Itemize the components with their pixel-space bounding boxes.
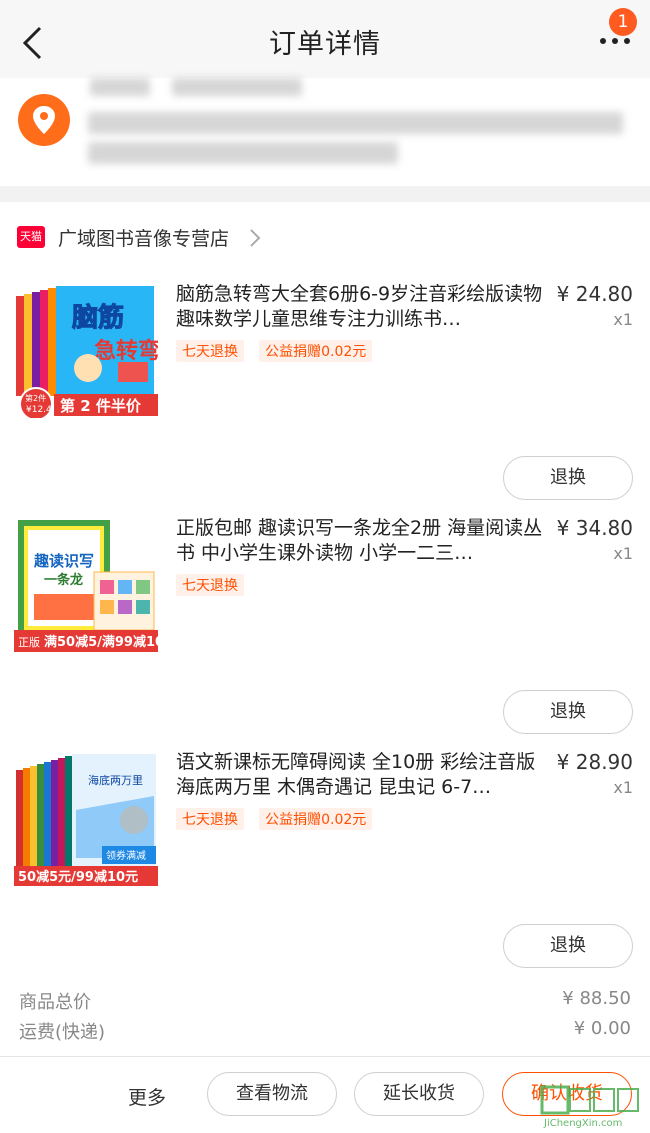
order-summary: 商品总价 ¥ 88.50 运费(快递) ¥ 0.00 [0, 984, 650, 1044]
product-quantity: x1 [613, 778, 633, 797]
product-title[interactable]: 正版包邮 趣读识写一条龙全2册 海量阅读丛书 中小学生课外读物 小学一二三… [176, 516, 546, 566]
product-title[interactable]: 语文新课标无障碍阅读 全10册 彩绘注音版 海底两万里 木偶奇遇记 昆虫记 6-… [176, 750, 546, 800]
product-price: ¥ 34.80 [556, 516, 633, 540]
more-icon[interactable] [598, 38, 632, 48]
watermark-logo: JiChengXin.com [540, 1085, 639, 1129]
page-title: 订单详情 [269, 29, 381, 60]
summary-row-shipping: 运费(快递) ¥ 0.00 [0, 1014, 650, 1044]
address-line2-blur [88, 142, 398, 164]
address-line1-blur [88, 112, 623, 134]
nav-bar: 订单详情 1 [0, 0, 650, 79]
summary-value: ¥ 0.00 [573, 1018, 631, 1039]
order-item[interactable]: 趣读识写 一条龙 正版 满50减5/满99减10 正版包邮 趣读识写一条龙全2册… [0, 516, 650, 750]
product-quantity: x1 [613, 544, 633, 563]
svg-text:第2件: 第2件 [25, 393, 46, 403]
product-price: ¥ 28.90 [556, 750, 633, 774]
watermark-text: JiChengXin.com [543, 1118, 622, 1129]
tag-seven-day-return: 七天退换 [176, 340, 244, 362]
service-tags: 七天退换 [176, 574, 254, 596]
product-quantity: x1 [613, 310, 633, 329]
product-title[interactable]: 脑筋急转弯大全套6册6-9岁注音彩绘版读物趣味数学儿童思维专注力训练书… [176, 282, 546, 332]
tmall-icon: 天猫 [17, 226, 45, 248]
refund-button[interactable]: 退换 [503, 456, 633, 500]
product-thumbnail[interactable]: 趣读识写 一条龙 正版 满50减5/满99减10 [14, 516, 158, 652]
thumb-promo: 满50减5/满99减10 [44, 634, 158, 650]
notification-badge: 1 [609, 8, 637, 36]
shop-name: 广域图书音像专营店 [58, 228, 230, 250]
svg-text:一条龙: 一条龙 [44, 572, 83, 588]
shop-header[interactable]: 天猫 广域图书音像专营店 [0, 220, 650, 256]
thumb-promo: 第 2 件半价 [60, 397, 142, 415]
tag-seven-day-return: 七天退换 [176, 574, 244, 596]
svg-text:趣读识写: 趣读识写 [33, 552, 94, 570]
summary-label: 运费(快递) [19, 1022, 106, 1043]
service-tags: 七天退换 公益捐赠0.02元 [176, 340, 382, 362]
section-divider [0, 186, 650, 202]
product-thumbnail[interactable]: 脑筋 急转弯 第 2 件半价 第2件 ¥12.4 [14, 282, 158, 418]
order-item[interactable]: 海底两万里 领券满减 50减5元/99减10元 语文新课标无障碍阅读 全10册 … [0, 750, 650, 984]
product-thumbnail[interactable]: 海底两万里 领券满减 50减5元/99减10元 [14, 750, 158, 886]
shipping-address[interactable] [0, 78, 650, 186]
summary-value: ¥ 88.50 [562, 988, 631, 1009]
location-pin-icon [18, 94, 70, 146]
product-price: ¥ 24.80 [556, 282, 633, 306]
view-logistics-button[interactable]: 查看物流 [207, 1072, 337, 1116]
more-actions-button[interactable]: 更多 [128, 1083, 166, 1110]
refund-button[interactable]: 退换 [503, 690, 633, 734]
address-name-blur [90, 78, 150, 96]
tag-charity: 公益捐赠0.02元 [259, 808, 373, 830]
svg-text:脑筋: 脑筋 [72, 302, 124, 333]
refund-button[interactable]: 退换 [503, 924, 633, 968]
svg-text:¥12.4: ¥12.4 [26, 405, 52, 415]
extend-receipt-button[interactable]: 延长收货 [354, 1072, 484, 1116]
summary-label: 商品总价 [19, 992, 91, 1013]
tag-seven-day-return: 七天退换 [176, 808, 244, 830]
thumb-promo: 50减5元/99减10元 [18, 869, 138, 885]
service-tags: 七天退换 公益捐赠0.02元 [176, 808, 382, 830]
summary-row-total: 商品总价 ¥ 88.50 [0, 984, 650, 1014]
chevron-right-icon [250, 229, 261, 247]
svg-text:急转弯: 急转弯 [94, 338, 158, 364]
svg-text:正版: 正版 [18, 635, 40, 649]
svg-text:领券满减: 领券满减 [106, 849, 146, 862]
svg-text:海底两万里: 海底两万里 [88, 773, 143, 787]
tag-charity: 公益捐赠0.02元 [259, 340, 373, 362]
order-item[interactable]: 脑筋 急转弯 第 2 件半价 第2件 ¥12.4 脑筋急转弯大全套6册6-9岁注… [0, 282, 650, 516]
address-phone-blur [172, 78, 302, 96]
